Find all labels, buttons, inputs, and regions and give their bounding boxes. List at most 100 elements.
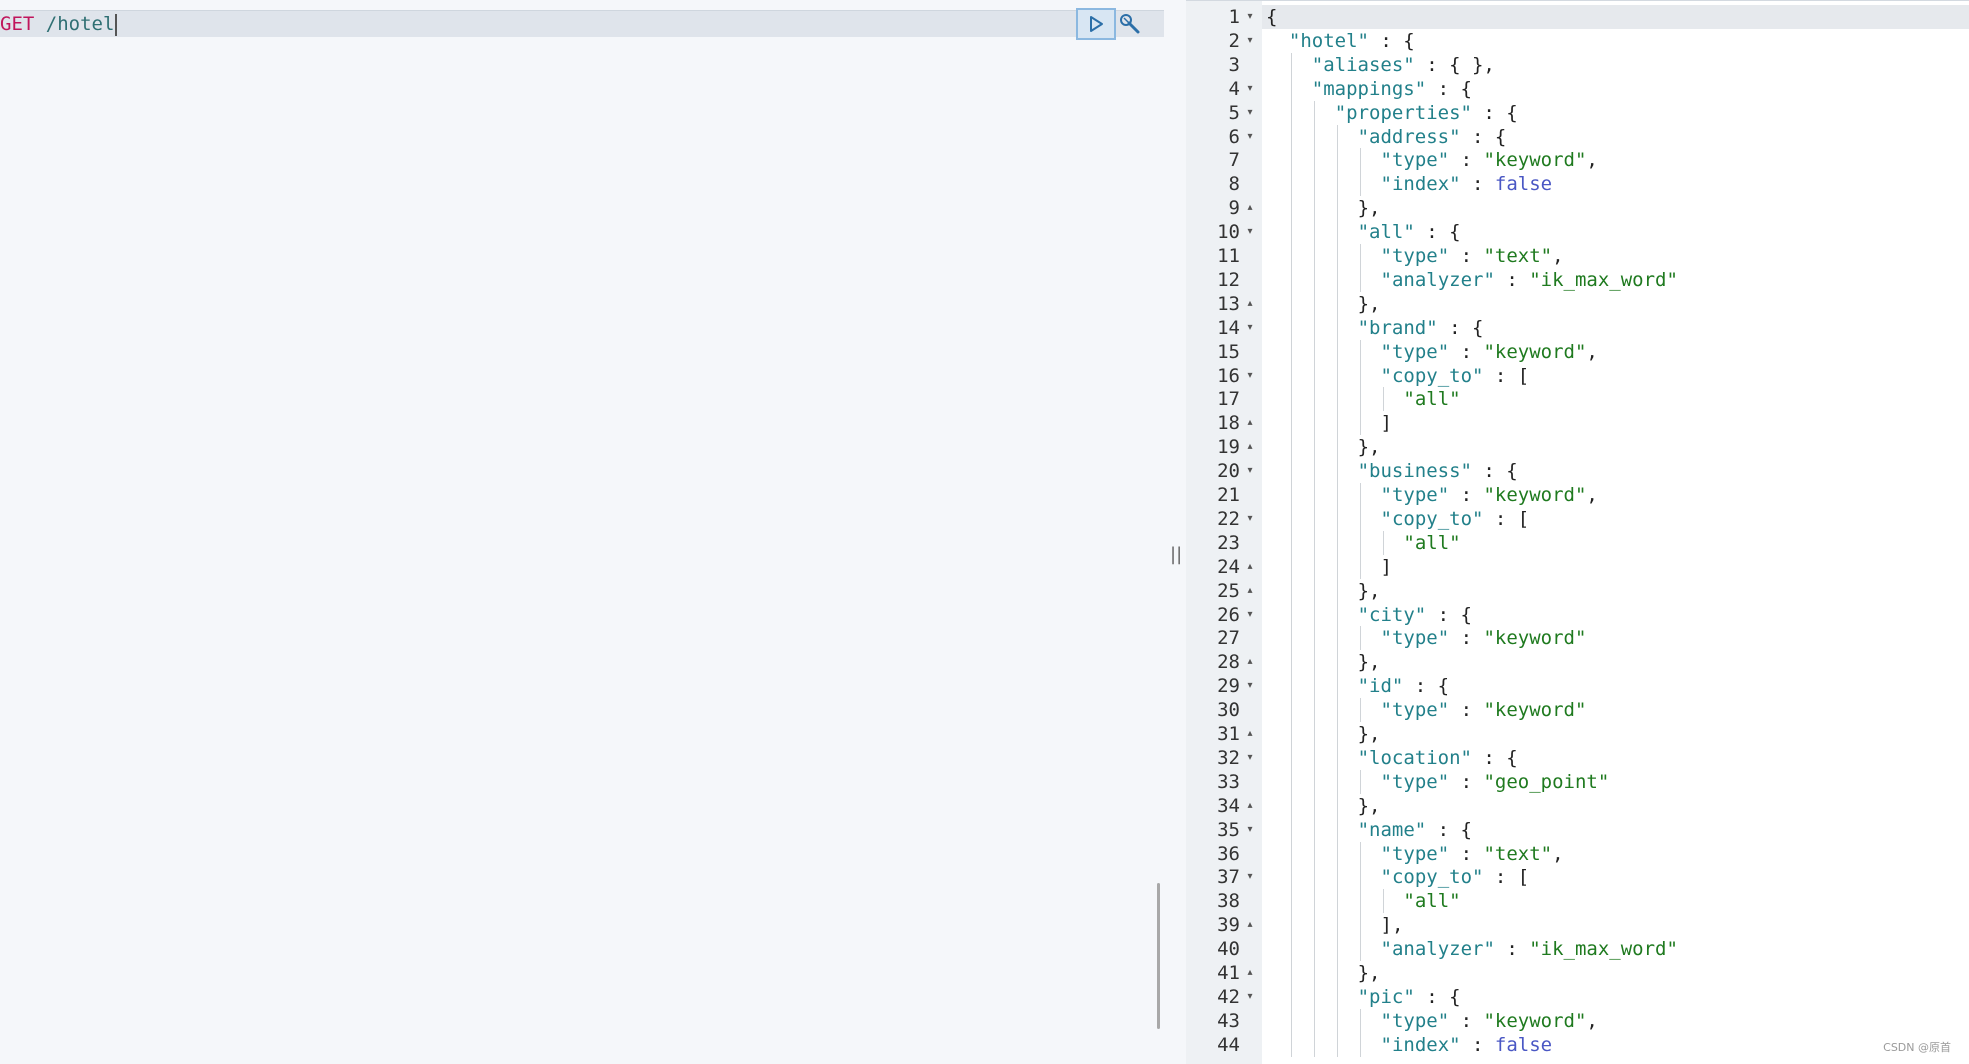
request-text[interactable]: GET /hotel — [0, 11, 118, 37]
token: , — [1552, 245, 1564, 267]
code-text: "city" : { — [1358, 603, 1472, 627]
code-line: 38 "all" — [1186, 889, 1969, 913]
code-line: 36 "type" : "text", — [1186, 842, 1969, 866]
request-line[interactable]: GET /hotel — [0, 10, 1164, 37]
fold-arrow-down-icon[interactable]: ▾ — [1244, 220, 1256, 244]
line-number: 13 — [1217, 292, 1240, 315]
fold-arrow-down-icon[interactable]: ▾ — [1244, 507, 1256, 531]
fold-arrow-down-icon[interactable]: ▾ — [1244, 29, 1256, 53]
line-number: 21 — [1217, 484, 1240, 506]
fold-arrow-up-icon[interactable]: ▴ — [1244, 913, 1256, 937]
line-number: 37 — [1217, 866, 1240, 889]
fold-arrow-down-icon[interactable]: ▾ — [1244, 125, 1256, 149]
token: "aliases" — [1311, 53, 1415, 76]
code-line: 31 ▴}, — [1186, 722, 1969, 746]
token: "type" — [1380, 245, 1450, 267]
code-text: "type" : "keyword", — [1381, 148, 1598, 172]
fold-arrow-up-icon[interactable]: ▴ — [1244, 435, 1256, 459]
fold-arrow-down-icon[interactable]: ▾ — [1244, 674, 1256, 698]
token: : { — [1414, 221, 1461, 244]
fold-arrow-down-icon[interactable]: ▾ — [1244, 865, 1256, 889]
fold-arrow-down-icon[interactable]: ▾ — [1244, 316, 1256, 340]
code-line: 42 ▾ "pic" : { — [1186, 985, 1969, 1009]
line-number: 10 — [1217, 221, 1240, 244]
fold-arrow-up-icon[interactable]: ▴ — [1244, 411, 1256, 435]
pane-splitter[interactable] — [1164, 0, 1186, 1063]
request-path: /hotel — [45, 13, 115, 35]
fold-arrow-down-icon[interactable]: ▾ — [1244, 101, 1256, 125]
code-text: "type" : "keyword", — [1381, 483, 1598, 507]
code-line: 40 "analyzer" : "ik_max_word" — [1186, 937, 1969, 961]
code-text: "type" : "keyword" — [1381, 698, 1587, 722]
line-number: 3 — [1228, 53, 1240, 76]
code-text: ] — [1381, 411, 1392, 435]
code-text: "copy_to" : [ — [1381, 364, 1530, 388]
token: "type" — [1380, 340, 1450, 363]
line-number: 39 — [1217, 914, 1240, 937]
code-text: "type" : "text", — [1381, 244, 1564, 268]
token: "analyzer" — [1380, 938, 1495, 961]
line-number: 43 — [1217, 1009, 1240, 1032]
code-text: }, — [1358, 650, 1381, 674]
fold-arrow-down-icon[interactable]: ▾ — [1244, 459, 1256, 483]
token: : — [1449, 627, 1484, 650]
token: "ik_max_word" — [1529, 938, 1678, 961]
token: , — [1552, 842, 1564, 865]
code-line: 2 ▾ "hotel" : { — [1186, 29, 1969, 53]
token: "properties" — [1334, 101, 1472, 124]
request-settings-button[interactable] — [1116, 10, 1144, 38]
token: "type" — [1380, 699, 1450, 722]
code-line: 27 "type" : "keyword" — [1186, 626, 1969, 650]
token: : — [1460, 173, 1495, 196]
splitter-grip-icon[interactable]: || — [1170, 544, 1182, 565]
fold-arrow-up-icon[interactable]: ▴ — [1244, 794, 1256, 818]
code-text: "mappings" : { — [1312, 77, 1472, 101]
code-text: { — [1266, 5, 1277, 29]
code-text: "type" : "keyword", — [1381, 340, 1598, 364]
fold-arrow-down-icon[interactable]: ▾ — [1244, 77, 1256, 101]
code-line: 29 ▾ "id" : { — [1186, 674, 1969, 698]
fold-arrow-down-icon[interactable]: ▾ — [1244, 364, 1256, 388]
fold-arrow-up-icon[interactable]: ▴ — [1244, 961, 1256, 985]
code-line: 7 "type" : "keyword", — [1186, 148, 1969, 172]
code-text: "name" : { — [1358, 818, 1472, 842]
editor-scrollbar[interactable] — [1157, 883, 1160, 1029]
line-number: 11 — [1217, 245, 1240, 267]
response-viewer[interactable]: 1 ▾{2 ▾ "hotel" : {3 "aliases" : { }, 4 ▾ "mapp… — [1186, 0, 1969, 1064]
line-number: 17 — [1217, 388, 1240, 411]
token: }, — [1357, 292, 1381, 315]
fold-arrow-up-icon[interactable]: ▴ — [1244, 196, 1256, 220]
fold-arrow-up-icon[interactable]: ▴ — [1244, 292, 1256, 316]
fold-arrow-up-icon[interactable]: ▴ — [1244, 555, 1256, 579]
code-line: 4 ▾ "mappings" : { — [1186, 77, 1969, 101]
fold-arrow-up-icon[interactable]: ▴ — [1244, 650, 1256, 674]
request-editor[interactable]: GET /hotel — [0, 0, 1164, 1063]
fold-arrow-up-icon[interactable]: ▴ — [1244, 579, 1256, 603]
token: "name" — [1357, 818, 1427, 841]
fold-arrow-down-icon[interactable]: ▾ — [1244, 746, 1256, 770]
fold-arrow-down-icon[interactable]: ▾ — [1244, 985, 1256, 1009]
token: : [ — [1483, 866, 1530, 889]
token: "keyword" — [1483, 1009, 1587, 1032]
token: : { — [1471, 460, 1518, 483]
token: "ik_max_word" — [1529, 268, 1678, 291]
line-number: 29 — [1217, 675, 1240, 698]
code-line: 25 ▴}, — [1186, 579, 1969, 603]
token: "address" — [1357, 125, 1461, 148]
code-text: }, — [1358, 579, 1381, 603]
fold-arrow-down-icon[interactable]: ▾ — [1244, 5, 1256, 29]
line-number: 18 — [1217, 412, 1240, 435]
code-text: "type" : "geo_point" — [1381, 770, 1610, 794]
fold-arrow-up-icon[interactable]: ▴ — [1244, 722, 1256, 746]
line-number: 36 — [1217, 842, 1240, 865]
token: "business" — [1357, 460, 1472, 483]
code-line: 1 ▾ { — [1186, 5, 1969, 29]
fold-arrow-down-icon[interactable]: ▾ — [1244, 603, 1256, 627]
code-line: 5 ▾ "properties" : { — [1186, 101, 1969, 125]
fold-arrow-down-icon[interactable]: ▾ — [1244, 818, 1256, 842]
code-line: 20 ▾ "business" : { — [1186, 459, 1969, 483]
code-text: "all" : { — [1358, 220, 1461, 244]
token: "all" — [1403, 388, 1461, 411]
token: , — [1586, 340, 1598, 363]
send-request-button[interactable] — [1076, 8, 1116, 40]
